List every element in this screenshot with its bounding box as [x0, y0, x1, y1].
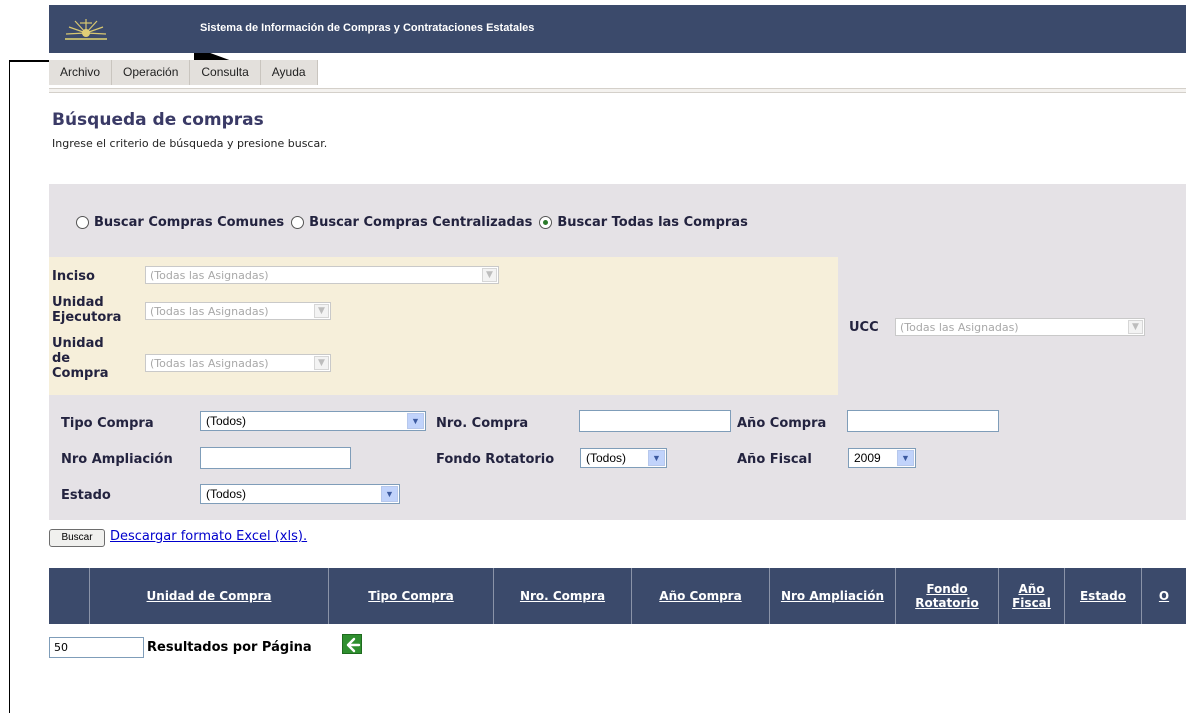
- nro-ampliacion-label: Nro Ampliación: [61, 452, 173, 467]
- anio-fiscal-select-value: 2009: [854, 451, 881, 465]
- anio-fiscal-select[interactable]: 2009 ▼: [848, 448, 916, 468]
- menu-consulta[interactable]: Consulta: [190, 60, 261, 85]
- menu-archivo[interactable]: Archivo: [49, 60, 113, 85]
- radio-compras-comunes[interactable]: [76, 216, 89, 229]
- table-header-select-column: [49, 568, 90, 624]
- radio-label-centralizadas: Buscar Compras Centralizadas: [309, 215, 533, 230]
- unidad-ejecutora-label-line1: Unidad: [52, 295, 104, 310]
- radio-compras-centralizadas[interactable]: [291, 216, 305, 229]
- anio-fiscal-label: Año Fiscal: [737, 452, 812, 467]
- unidad-ejecutora-label-line2: Ejecutora: [52, 310, 122, 325]
- tipo-compra-select-value: (Todos): [206, 414, 247, 428]
- assignment-panel: Inciso (Todas las Asignadas) ▼ Unidad Ej…: [49, 257, 838, 395]
- buscar-button[interactable]: Buscar: [49, 529, 105, 547]
- chevron-down-icon: ▼: [314, 356, 329, 370]
- search-type-panel: Buscar Compras Comunes Buscar Compras Ce…: [49, 184, 1186, 257]
- estado-select[interactable]: (Todos) ▼: [200, 484, 400, 504]
- chevron-down-icon: ▼: [897, 450, 914, 466]
- th-anio-fiscal[interactable]: Año Fiscal: [999, 568, 1065, 624]
- radio-label-comunes: Buscar Compras Comunes: [94, 215, 285, 230]
- fondo-rotatorio-select[interactable]: (Todos) ▼: [580, 448, 667, 468]
- anio-compra-input[interactable]: [847, 410, 999, 432]
- th-anio-compra[interactable]: Año Compra: [632, 568, 770, 624]
- page-title: Búsqueda de compras: [52, 110, 264, 130]
- ucc-select[interactable]: (Todas las Asignadas) ▼: [895, 318, 1145, 336]
- app-header: Sistema de Información de Compras y Cont…: [49, 5, 1186, 53]
- excel-download-link[interactable]: Descargar formato Excel (xls).: [110, 529, 307, 544]
- unidad-ejecutora-label: Unidad Ejecutora: [52, 295, 121, 325]
- unidad-compra-label: Unidad de Compra: [52, 336, 109, 381]
- annotation-frame-line: [9, 60, 10, 713]
- tipo-compra-label: Tipo Compra: [61, 416, 154, 431]
- results-per-page-input[interactable]: 50: [49, 637, 144, 658]
- fondo-rotatorio-select-value: (Todos): [586, 451, 627, 465]
- th-fondo-rotatorio[interactable]: Fondo Rotatorio: [896, 568, 999, 624]
- unidad-ejecutora-select[interactable]: (Todas las Asignadas) ▼: [145, 302, 331, 320]
- radio-todas-compras[interactable]: [539, 216, 553, 229]
- sun-logo-icon: [65, 19, 107, 40]
- menu-divider: [49, 88, 1186, 93]
- results-per-page-label: Resultados por Página: [147, 640, 312, 655]
- th-estado[interactable]: Estado: [1065, 568, 1142, 624]
- unidad-compra-label-line3: Compra: [52, 366, 109, 381]
- unidad-compra-select[interactable]: (Todas las Asignadas) ▼: [145, 354, 331, 372]
- filter-panel: Tipo Compra (Todos) ▼ Nro. Compra Año Co…: [49, 395, 1186, 520]
- chevron-down-icon: ▼: [1128, 320, 1143, 334]
- chevron-down-icon: ▼: [648, 450, 665, 466]
- ucc-label: UCC: [849, 320, 879, 335]
- menu-operacion[interactable]: Operación: [112, 60, 191, 85]
- unidad-compra-label-line1: Unidad: [52, 336, 104, 351]
- estado-label: Estado: [61, 488, 111, 503]
- inciso-select[interactable]: (Todas las Asignadas) ▼: [145, 266, 499, 284]
- page-subtitle: Ingrese el criterio de búsqueda y presio…: [52, 137, 328, 150]
- th-unidad-compra[interactable]: Unidad de Compra: [90, 568, 329, 624]
- inciso-select-value: (Todas las Asignadas): [150, 269, 269, 282]
- results-table-header: Unidad de Compra Tipo Compra Nro. Compra…: [49, 568, 1186, 624]
- menu-ayuda[interactable]: Ayuda: [260, 60, 318, 85]
- chevron-down-icon: ▼: [407, 413, 424, 429]
- chevron-down-icon: ▼: [381, 486, 398, 502]
- app-title: Sistema de Información de Compras y Cont…: [200, 22, 535, 34]
- unidad-compra-select-value: (Todas las Asignadas): [150, 357, 269, 370]
- th-extra[interactable]: O: [1142, 568, 1186, 624]
- chevron-down-icon: ▼: [314, 304, 329, 318]
- tipo-compra-select[interactable]: (Todos) ▼: [200, 411, 426, 431]
- nro-compra-label: Nro. Compra: [436, 416, 529, 431]
- nro-ampliacion-input[interactable]: [200, 447, 351, 469]
- unidad-ejecutora-select-value: (Todas las Asignadas): [150, 305, 269, 318]
- estado-select-value: (Todos): [206, 487, 247, 501]
- ucc-panel: UCC (Todas las Asignadas) ▼: [838, 257, 1186, 395]
- menu-bar: Archivo Operación Consulta Ayuda: [49, 60, 318, 85]
- nro-compra-input[interactable]: [579, 410, 731, 432]
- th-nro-compra[interactable]: Nro. Compra: [494, 568, 632, 624]
- unidad-compra-label-line2: de: [52, 351, 71, 366]
- arrow-left-icon[interactable]: [342, 634, 362, 654]
- chevron-down-icon: ▼: [482, 268, 497, 282]
- ucc-select-value: (Todas las Asignadas): [900, 321, 1019, 334]
- inciso-label: Inciso: [52, 269, 95, 284]
- th-nro-ampliacion[interactable]: Nro Ampliación: [770, 568, 896, 624]
- radio-label-todas: Buscar Todas las Compras: [557, 215, 748, 230]
- anio-compra-label: Año Compra: [737, 416, 827, 431]
- fondo-rotatorio-label: Fondo Rotatorio: [436, 452, 555, 467]
- th-tipo-compra[interactable]: Tipo Compra: [329, 568, 494, 624]
